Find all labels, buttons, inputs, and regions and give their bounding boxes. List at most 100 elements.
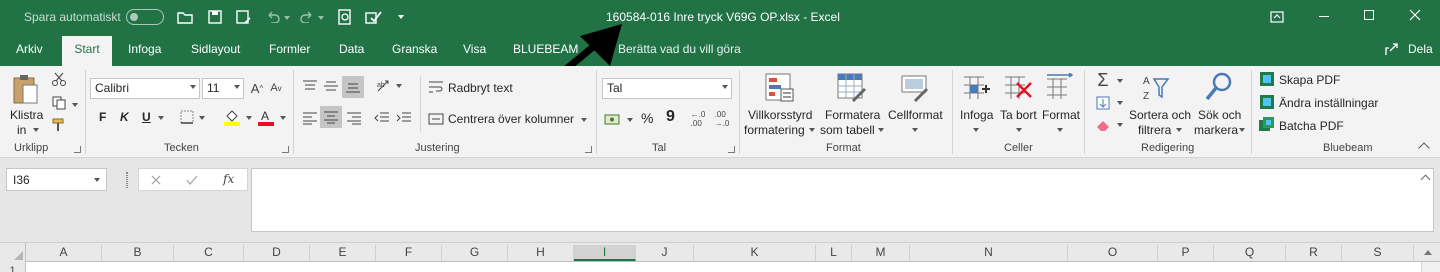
tab-page-layout[interactable]: Sidlayout <box>191 42 240 56</box>
conditional-dropdown-icon[interactable] <box>809 128 815 132</box>
column-header-h[interactable]: H <box>508 245 574 261</box>
underline-dropdown-icon[interactable] <box>158 116 164 120</box>
tab-file[interactable]: Arkiv <box>16 42 43 56</box>
format-as-table-label[interactable]: Formatera <box>825 108 880 122</box>
cancel-entry-icon[interactable] <box>148 172 164 188</box>
copy-icon[interactable] <box>50 94 68 112</box>
find-select-label[interactable]: Sök och <box>1198 108 1241 122</box>
share-icon[interactable] <box>1384 41 1400 57</box>
open-folder-icon[interactable] <box>176 8 194 26</box>
delete-cells-icon[interactable] <box>1002 72 1034 104</box>
column-header-q[interactable]: Q <box>1214 245 1286 261</box>
column-header-e[interactable]: E <box>310 245 376 261</box>
fill-color-icon[interactable] <box>222 108 242 126</box>
column-header-a[interactable]: A <box>26 245 102 261</box>
change-settings-icon[interactable] <box>1259 94 1275 110</box>
align-left-icon[interactable] <box>300 108 320 128</box>
autosum-icon[interactable]: Σ <box>1093 70 1113 90</box>
decrease-font-icon[interactable]: Av <box>268 78 284 98</box>
copy-dropdown-icon[interactable] <box>72 103 78 107</box>
paste-icon[interactable] <box>10 72 40 106</box>
increase-font-icon[interactable]: A ^ <box>249 78 265 98</box>
confirm-entry-icon[interactable] <box>184 172 200 188</box>
align-top-icon[interactable] <box>300 76 320 96</box>
insert-cells-icon[interactable] <box>961 72 993 104</box>
decrease-indent-icon[interactable] <box>372 108 392 128</box>
comma-style-button[interactable]: 9 <box>666 108 675 126</box>
sort-filter-label[interactable]: Sortera och <box>1129 108 1191 122</box>
column-header-r[interactable]: R <box>1286 245 1342 261</box>
print-preview-icon[interactable] <box>336 8 354 26</box>
share-button[interactable]: Dela <box>1408 42 1433 56</box>
tab-data[interactable]: Data <box>339 42 364 56</box>
fill-icon[interactable] <box>1093 94 1113 112</box>
save-icon[interactable] <box>206 8 224 26</box>
undo-icon[interactable] <box>264 8 282 26</box>
column-header-i[interactable]: I <box>574 245 636 261</box>
cut-icon[interactable] <box>50 70 68 88</box>
cell-styles-icon[interactable] <box>900 72 932 104</box>
column-header-s[interactable]: S <box>1342 245 1414 261</box>
redo-icon[interactable] <box>298 8 316 26</box>
paste-label-2[interactable]: in <box>17 123 26 137</box>
increase-decimal-icon[interactable]: ←.0.00 <box>688 110 708 128</box>
create-pdf-button[interactable]: Skapa PDF <box>1279 73 1340 87</box>
column-header-o[interactable]: O <box>1068 245 1158 261</box>
column-header-b[interactable]: B <box>102 245 174 261</box>
redo-dropdown-icon[interactable] <box>318 16 324 20</box>
align-center-icon[interactable] <box>320 106 342 128</box>
undo-dropdown-icon[interactable] <box>284 16 290 20</box>
autosave-toggle[interactable] <box>126 9 164 25</box>
format-cells-icon[interactable] <box>1044 72 1076 104</box>
insert-cells-button[interactable]: Infoga <box>960 108 993 122</box>
tell-me-search[interactable]: Berätta vad du vill göra <box>618 42 741 56</box>
number-launcher-icon[interactable] <box>728 146 735 153</box>
quick-access-custom-icon[interactable] <box>364 8 384 26</box>
delete-cells-dropdown-icon[interactable] <box>1016 128 1022 132</box>
clear-dropdown-icon[interactable] <box>1117 123 1123 127</box>
formula-input[interactable] <box>251 168 1434 232</box>
merge-dropdown-icon[interactable] <box>581 118 587 122</box>
column-header-l[interactable]: L <box>816 245 852 261</box>
font-name-select[interactable]: Calibri <box>90 78 200 99</box>
conditional-formatting-label[interactable]: Villkorsstyrd <box>748 108 812 122</box>
conditional-formatting-icon[interactable] <box>764 72 796 104</box>
close-icon[interactable] <box>1408 8 1422 22</box>
alignment-launcher-icon[interactable] <box>585 146 592 153</box>
tab-insert[interactable]: Infoga <box>128 42 161 56</box>
tab-view[interactable]: Visa <box>463 42 486 56</box>
format-as-table-label-2[interactable]: som tabell <box>820 123 875 137</box>
autosum-dropdown-icon[interactable] <box>1117 79 1123 83</box>
column-header-g[interactable]: G <box>442 245 508 261</box>
find-select-label-2[interactable]: markera <box>1194 123 1238 137</box>
column-header-j[interactable]: J <box>636 245 694 261</box>
worksheet-grid[interactable]: 1 <box>0 262 1440 272</box>
conditional-formatting-label-2[interactable]: formatering <box>744 123 805 137</box>
fill-color-dropdown-icon[interactable] <box>246 116 252 120</box>
cell-styles-button[interactable]: Cellformat <box>888 108 943 122</box>
accounting-dropdown-icon[interactable] <box>627 118 633 122</box>
tab-review[interactable]: Granska <box>392 42 437 56</box>
select-all-corner[interactable] <box>0 243 26 262</box>
orientation-icon[interactable]: ab <box>374 76 394 96</box>
column-header-n[interactable]: N <box>910 245 1068 261</box>
orientation-dropdown-icon[interactable] <box>396 84 402 88</box>
bold-button[interactable]: F <box>99 110 106 124</box>
number-format-select[interactable]: Tal <box>602 78 732 99</box>
font-launcher-icon[interactable] <box>282 146 289 153</box>
sort-filter-icon[interactable]: AZ <box>1140 70 1174 104</box>
collapse-ribbon-icon[interactable] <box>1418 142 1430 154</box>
underline-button[interactable]: U <box>142 110 151 124</box>
ribbon-display-options-icon[interactable] <box>1268 8 1286 26</box>
minimize-icon[interactable] <box>1319 16 1329 17</box>
insert-function-icon[interactable]: fx <box>223 172 234 186</box>
increase-indent-icon[interactable] <box>394 108 414 128</box>
font-color-icon[interactable]: A <box>256 108 276 126</box>
batch-pdf-button[interactable]: Batcha PDF <box>1279 119 1344 133</box>
wrap-text-button[interactable]: Radbryt text <box>448 81 513 95</box>
save-as-icon[interactable] <box>235 8 253 26</box>
tab-home[interactable]: Start <box>62 36 112 66</box>
wrap-text-icon[interactable] <box>427 78 445 96</box>
tab-formulas[interactable]: Formler <box>269 42 310 56</box>
column-header-f[interactable]: F <box>376 245 442 261</box>
